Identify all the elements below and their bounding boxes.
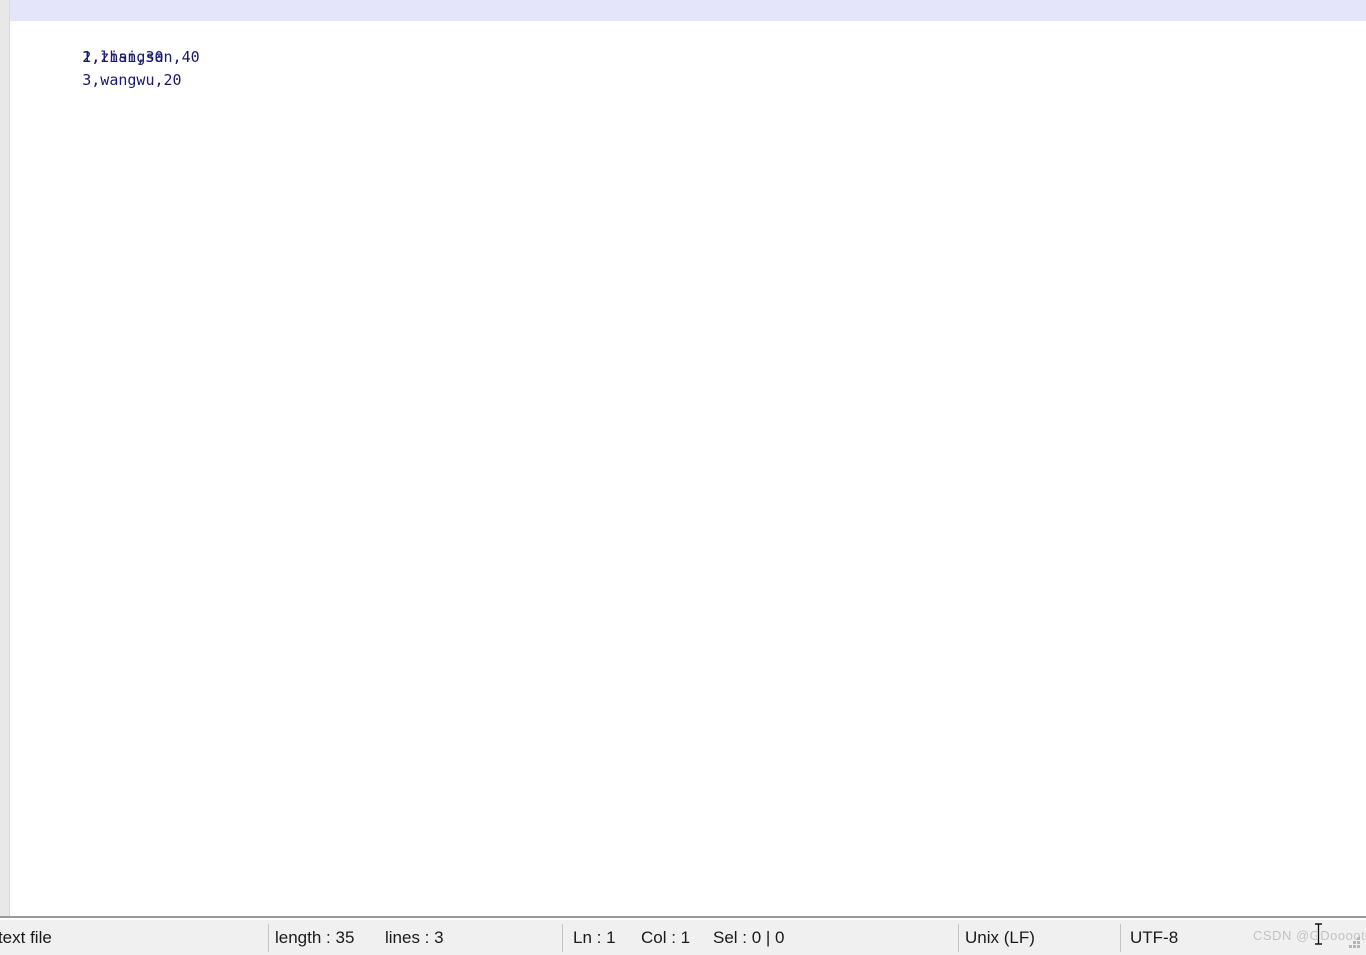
text-content[interactable]: 1,zhangsan,40 2,lisi,30 3,wangwu,20: [10, 0, 1366, 918]
code-line[interactable]: 3,wangwu,20: [10, 46, 1366, 89]
code-line-text: 3,wangwu,20: [82, 71, 182, 89]
status-separator: [562, 924, 563, 952]
status-separator: [958, 924, 959, 952]
status-encoding[interactable]: UTF-8: [1130, 920, 1270, 955]
status-separator: [1120, 924, 1121, 952]
status-eol-format[interactable]: Unix (LF): [965, 920, 1115, 955]
code-line-text: 2,lisi,30: [82, 48, 164, 66]
status-bar: al text file length : 35 lines : 3 Ln : …: [0, 919, 1366, 955]
status-line-number: Ln : 1: [573, 928, 616, 947]
status-document-type[interactable]: al text file: [0, 920, 260, 955]
status-column-number: Col : 1: [641, 928, 691, 947]
code-line[interactable]: 2,lisi,30: [10, 23, 1366, 66]
app-window: 1,zhangsan,40 2,lisi,30 3,wangwu,20 al t…: [0, 0, 1366, 955]
current-line-highlight: [10, 0, 1366, 21]
code-line[interactable]: 1,zhangsan,40: [10, 0, 1366, 66]
status-separator: [268, 924, 269, 952]
editor-bottom-border: [0, 916, 1366, 918]
editor-area[interactable]: 1,zhangsan,40 2,lisi,30 3,wangwu,20: [0, 0, 1366, 918]
window-resize-grip[interactable]: [1349, 937, 1363, 951]
status-lines: lines : 3: [385, 928, 444, 947]
fold-margin[interactable]: [0, 0, 10, 918]
status-length: length : 35: [275, 928, 355, 947]
status-selection: Sel : 0 | 0: [713, 928, 785, 947]
